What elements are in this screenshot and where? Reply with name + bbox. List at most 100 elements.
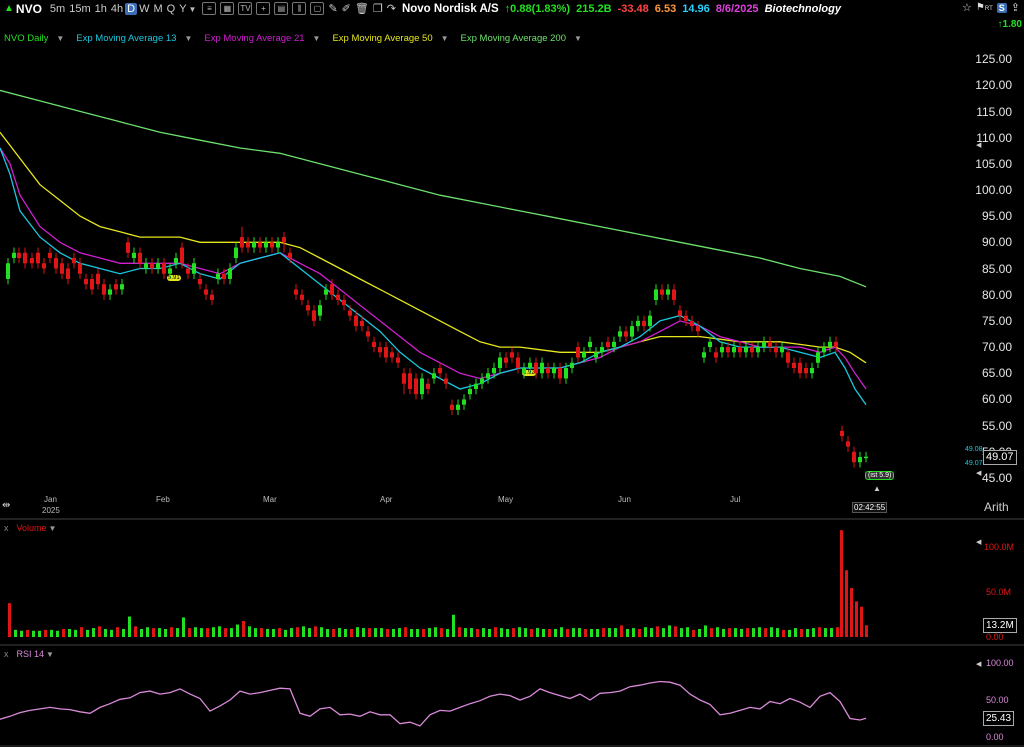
scale-mode[interactable]: Arith xyxy=(984,500,1009,514)
volume-bar xyxy=(44,629,47,637)
ema200-line xyxy=(0,89,867,288)
candle-body xyxy=(84,278,88,285)
volume-bar xyxy=(680,628,683,637)
legend-ema13[interactable]: Exp Moving Average 13 ▼ xyxy=(76,33,198,44)
pencil-icon[interactable]: ✎ xyxy=(328,2,337,15)
month-label-jul: Jul xyxy=(730,495,741,504)
volume-bar xyxy=(794,628,797,637)
chevron-down-icon: ▼ xyxy=(312,34,321,43)
candle-body xyxy=(762,341,766,348)
candle-body xyxy=(324,289,328,295)
marker-feb: 5.91 xyxy=(167,275,181,281)
legend-ema50[interactable]: Exp Moving Average 50 ▼ xyxy=(332,33,454,44)
candle-body xyxy=(36,252,40,264)
flag-icon[interactable]: ⚑RT xyxy=(976,2,993,13)
grid-icon[interactable]: ▦ xyxy=(220,2,235,15)
candle-body xyxy=(528,362,532,369)
arrow-left-icon[interactable]: ◀ xyxy=(976,660,981,668)
candle-body xyxy=(438,368,442,374)
volume-bar xyxy=(722,628,725,637)
price-chart[interactable] xyxy=(0,0,1024,747)
columns-icon[interactable]: ⫼ xyxy=(292,2,307,15)
timeframe-d[interactable]: D xyxy=(125,2,138,15)
rsi-pane-label[interactable]: x RSI 14 ▼ xyxy=(4,649,54,659)
volume-bar xyxy=(68,628,71,637)
up-arrow-icon: ▲ xyxy=(4,3,14,14)
timeframe-y[interactable]: Y xyxy=(177,3,188,15)
candle-body xyxy=(132,252,136,259)
volume-pane-label[interactable]: x Volume ▼ xyxy=(4,523,56,533)
volume-bar xyxy=(560,627,563,637)
arrow-left-icon[interactable]: ◀ xyxy=(976,141,981,149)
tv-icon[interactable]: TV xyxy=(238,2,253,15)
candle-body xyxy=(810,368,814,374)
timeframe-1h[interactable]: 1h xyxy=(93,3,109,15)
volume-bar xyxy=(482,628,485,637)
arrow-left-icon[interactable]: ◀ xyxy=(976,538,981,546)
timeframe-4h[interactable]: 4h xyxy=(109,3,125,15)
change-text: 0.88(1.83%) xyxy=(510,2,571,15)
ticker-symbol[interactable]: NVO xyxy=(16,2,42,16)
candle-body xyxy=(750,347,754,353)
candle-body xyxy=(162,263,166,274)
star-icon[interactable]: ☆ xyxy=(962,1,972,14)
volume-axis-100: 100.0M xyxy=(984,542,1015,552)
price-tick: 80.00 xyxy=(981,288,1012,302)
close-icon[interactable]: x xyxy=(4,649,9,659)
trash-icon[interactable]: 🗑 xyxy=(355,2,369,15)
volume-bar xyxy=(182,617,185,637)
volume-bar xyxy=(38,630,41,637)
timeframe-5m[interactable]: 5m xyxy=(48,3,67,15)
volume-bar xyxy=(356,627,359,637)
scroll-handle-icon[interactable]: ⇹ xyxy=(2,500,10,511)
candle-body xyxy=(96,273,100,285)
candle-body xyxy=(738,347,742,353)
brand-badge-icon[interactable]: S xyxy=(996,2,1007,13)
volume-bar xyxy=(98,626,101,637)
chevron-down-icon: ▼ xyxy=(574,34,582,43)
volume-bar xyxy=(512,628,515,637)
legend-ema21[interactable]: Exp Moving Average 21 ▼ xyxy=(204,33,326,44)
legend-price[interactable]: NVO Daily ▼ xyxy=(4,33,70,44)
brush-icon[interactable]: ✐ xyxy=(342,2,351,15)
timeframe-15m[interactable]: 15m xyxy=(67,3,92,15)
volume-bar xyxy=(584,628,587,637)
candle-body xyxy=(804,368,808,374)
copy-icon[interactable]: ❐ xyxy=(373,2,383,15)
timeframe-q[interactable]: Q xyxy=(165,3,178,15)
candle-body xyxy=(468,388,472,395)
window-icon[interactable]: ▢ xyxy=(310,2,325,15)
crosshair-icon[interactable]: + xyxy=(256,2,271,15)
pane-dividers xyxy=(0,518,1024,747)
chevron-down-icon[interactable]: ▼ xyxy=(189,3,197,15)
price-tick: 75.00 xyxy=(981,314,1012,328)
candle-body xyxy=(192,263,196,274)
candle-body xyxy=(222,273,226,279)
share-icon[interactable]: ⇪ xyxy=(1011,1,1020,14)
volume-bar xyxy=(632,628,635,637)
legend-ema200[interactable]: Exp Moving Average 200 ▼ xyxy=(461,33,588,44)
volume-bar xyxy=(764,628,767,637)
rsi-axis-100: 100.00 xyxy=(986,658,1014,668)
redo-icon[interactable]: ↷ xyxy=(387,2,396,15)
volume-bar xyxy=(26,629,29,637)
timeframe-w[interactable]: W xyxy=(137,3,151,15)
volume-bar xyxy=(596,628,599,637)
arrow-left-icon[interactable]: ◀ xyxy=(976,469,981,477)
volume-bar xyxy=(656,626,659,637)
candle-body xyxy=(858,457,862,463)
candle-body xyxy=(180,247,184,264)
layout-icon[interactable]: ▤ xyxy=(274,2,289,15)
timeframe-m[interactable]: M xyxy=(151,3,164,15)
lines-icon[interactable]: ≡ xyxy=(202,2,217,15)
volume-bar xyxy=(392,628,395,637)
candle-body xyxy=(462,399,466,405)
candle-body xyxy=(174,258,178,264)
flag-label: RT xyxy=(984,6,993,12)
stat-2: -33.48 xyxy=(617,2,649,15)
legend-ema13-label: Exp Moving Average 13 xyxy=(76,33,177,44)
month-label-may: May xyxy=(498,495,514,504)
close-icon[interactable]: x xyxy=(4,523,9,533)
price-tick: 45.00 xyxy=(981,471,1012,485)
candle-body xyxy=(420,378,424,395)
